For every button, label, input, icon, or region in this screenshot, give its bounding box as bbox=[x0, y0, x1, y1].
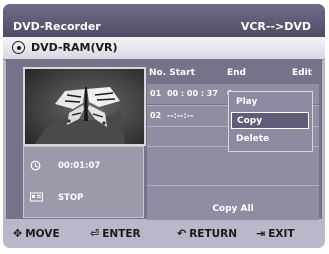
playback-info-box: 00:01:07 STOP bbox=[23, 146, 144, 218]
title-bar: DVD-Recorder VCR-->DVD bbox=[3, 4, 325, 37]
return-icon: ↶ bbox=[177, 227, 187, 240]
row-number: 02 bbox=[150, 111, 162, 120]
disc-label: DVD-RAM(VR) bbox=[31, 41, 118, 54]
stop-status-icon bbox=[30, 192, 43, 206]
row-number: 01 bbox=[150, 89, 162, 98]
exit-hint: ⇥ EXIT bbox=[256, 227, 295, 244]
header-edit: Edit bbox=[292, 68, 312, 78]
disc-bar: DVD-RAM(VR) bbox=[3, 37, 325, 60]
enter-icon: ⏎ bbox=[90, 227, 100, 240]
menu-item-copy-label: Copy bbox=[237, 116, 263, 126]
butterfly-thumbnail-image bbox=[25, 69, 144, 144]
header-no-start: No. Start bbox=[149, 68, 195, 78]
button-guide-bar: ✥ MOVE ⏎ ENTER ↶ RETURN ⇥ EXIT bbox=[3, 223, 325, 248]
return-hint: ↶ RETURN bbox=[177, 227, 237, 244]
move-hint: ✥ MOVE bbox=[13, 227, 60, 244]
exit-icon: ⇥ bbox=[256, 227, 266, 240]
move-arrows-icon: ✥ bbox=[13, 227, 23, 240]
copy-all-button[interactable]: Copy All bbox=[147, 185, 319, 220]
header-end: End bbox=[227, 68, 246, 78]
disc-icon bbox=[12, 41, 25, 54]
mode-label: VCR-->DVD bbox=[240, 20, 311, 33]
return-label: RETURN bbox=[189, 228, 238, 240]
menu-item-delete-label: Delete bbox=[236, 134, 270, 144]
menu-item-copy[interactable]: Copy bbox=[231, 112, 309, 129]
row-start: 00 : 00 : 37 bbox=[167, 89, 218, 98]
row-start: --:--:-- bbox=[167, 111, 194, 120]
exit-label: EXIT bbox=[268, 228, 295, 240]
enter-hint: ⏎ ENTER bbox=[90, 227, 141, 244]
title-thumbnail[interactable] bbox=[23, 67, 146, 146]
elapsed-time: 00:01:07 bbox=[58, 161, 101, 171]
dvd-recorder-panel: DVD-Recorder VCR-->DVD DVD-RAM(VR) 00:01… bbox=[3, 4, 325, 248]
menu-item-delete[interactable]: Delete bbox=[231, 131, 309, 148]
menu-item-play-label: Play bbox=[236, 97, 258, 107]
menu-item-play[interactable]: Play bbox=[231, 94, 309, 111]
playback-status: STOP bbox=[58, 193, 84, 203]
window-title: DVD-Recorder bbox=[13, 20, 101, 33]
copy-all-label: Copy All bbox=[212, 204, 254, 214]
list-header: No. Start End Edit bbox=[147, 65, 319, 83]
edit-popup-menu: Play Copy Delete bbox=[228, 91, 313, 152]
clock-icon bbox=[30, 160, 41, 174]
screen: DVD-Recorder VCR-->DVD DVD-RAM(VR) 00:01… bbox=[0, 0, 329, 254]
move-label: MOVE bbox=[25, 228, 60, 240]
enter-label: ENTER bbox=[102, 228, 141, 240]
